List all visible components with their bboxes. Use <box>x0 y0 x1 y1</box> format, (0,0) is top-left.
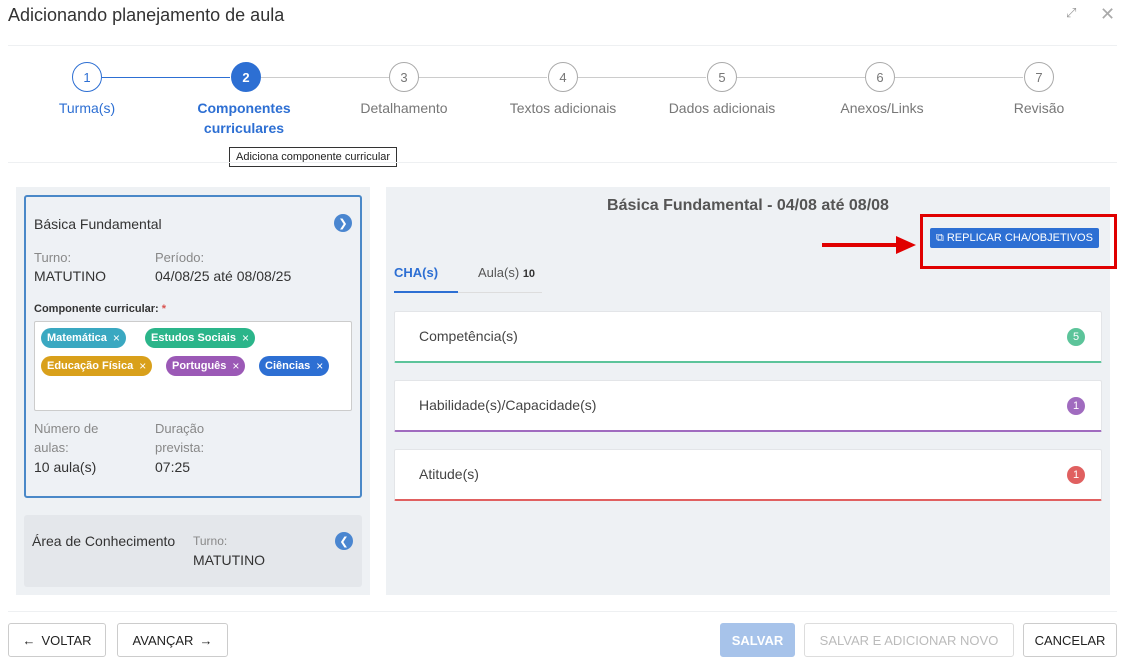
tag-ciencias: Ciências × <box>259 356 330 376</box>
remove-icon[interactable]: × <box>232 359 239 373</box>
step-4-circle[interactable]: 4 <box>548 62 578 92</box>
expand-icon[interactable]: ⤢ <box>1066 5 1076 21</box>
step-3-label[interactable]: Detalhamento <box>334 98 474 118</box>
tag-portugues: Português × <box>166 356 246 376</box>
tag-educacao-fisica: Educação Física × <box>41 356 153 376</box>
section-competencias[interactable]: Competência(s) 5 <box>394 311 1102 363</box>
step-connector <box>261 77 389 78</box>
tag-label: Ciências <box>265 360 311 372</box>
step-6-label[interactable]: Anexos/Links <box>812 98 952 118</box>
panel-title: Básica Fundamental - 04/08 até 08/08 <box>607 197 889 214</box>
highlight-box <box>920 214 1117 269</box>
duracao-label-line: prevista: <box>155 440 205 455</box>
tab-chas[interactable]: CHA(s) <box>394 265 438 280</box>
step-connector <box>102 77 230 78</box>
arrow-right-icon: → <box>199 632 213 648</box>
num-aulas-value: 10 aula(s) <box>34 459 97 475</box>
cancelar-button[interactable]: CANCELAR <box>1023 623 1117 657</box>
tag-estudos-sociais: Estudos Sociais × <box>145 328 255 348</box>
step-2-label-line: curriculares <box>203 120 285 136</box>
salvar-button[interactable]: SALVAR <box>720 623 795 657</box>
num-aulas-label-line: aulas: <box>34 440 69 455</box>
turno-label: Turno: <box>34 250 72 265</box>
step-2-label-line: Componentes <box>197 100 291 116</box>
step-2-label[interactable]: Componentes curriculares <box>174 98 314 138</box>
tooltip: Adiciona componente curricular <box>229 147 398 167</box>
remove-icon[interactable]: × <box>316 359 323 373</box>
tabs: CHA(s) Aula(s) 10 <box>394 265 542 293</box>
remove-icon[interactable]: × <box>113 331 120 345</box>
card-title: Área de Conhecimento <box>32 533 176 549</box>
step-3-circle[interactable]: 3 <box>389 62 419 92</box>
salvar-novo-button[interactable]: SALVAR E ADICIONAR NOVO <box>804 623 1014 657</box>
tab-aulas-label: Aula(s) <box>478 265 520 280</box>
tag-matematica: Matemática × <box>41 328 126 348</box>
close-icon[interactable]: ✕ <box>1100 4 1115 25</box>
turno-label: Turno: <box>193 534 228 548</box>
avancar-button[interactable]: AVANÇAR → <box>117 623 228 657</box>
chevron-right-icon[interactable]: ❯ <box>334 214 352 232</box>
remove-icon[interactable]: × <box>139 359 146 373</box>
count-badge: 1 <box>1067 397 1085 415</box>
stepper-divider <box>8 162 1117 163</box>
step-1-label[interactable]: Turma(s) <box>17 98 157 118</box>
arrow-left-icon: ← <box>22 632 36 648</box>
class-list-panel: Básica Fundamental ❯ Turno: MATUTINO Per… <box>16 187 370 595</box>
tag-label: Matemática <box>47 332 107 344</box>
duracao-label-line: Duração <box>155 421 205 436</box>
componente-label-text: Componente curricular: <box>34 303 159 315</box>
count-badge: 1 <box>1067 466 1085 484</box>
periodo-label: Período: <box>155 250 205 265</box>
section-habilidades[interactable]: Habilidade(s)/Capacidade(s) 1 <box>394 380 1102 432</box>
step-connector <box>578 77 706 78</box>
section-title: Competência(s) <box>419 328 518 344</box>
num-aulas-label: Número de aulas: <box>34 419 98 457</box>
turno-value: MATUTINO <box>34 268 107 284</box>
tag-label: Estudos Sociais <box>151 332 236 344</box>
duracao-label: Duração prevista: <box>155 419 204 457</box>
step-connector <box>419 77 547 78</box>
highlight-arrow-icon <box>896 236 916 254</box>
num-aulas-label-line: Número de <box>34 421 99 436</box>
step-7-circle[interactable]: 7 <box>1024 62 1054 92</box>
step-7-label[interactable]: Revisão <box>969 98 1109 118</box>
step-connector <box>737 77 865 78</box>
voltar-label: VOLTAR <box>41 632 92 648</box>
section-atitudes[interactable]: Atitude(s) 1 <box>394 449 1102 501</box>
section-title: Atitude(s) <box>419 466 479 482</box>
highlight-arrow-shaft <box>822 243 900 247</box>
footer-divider <box>8 611 1117 612</box>
step-5-label[interactable]: Dados adicionais <box>652 98 792 118</box>
tab-underline <box>394 291 458 293</box>
header-divider <box>8 45 1117 46</box>
step-connector <box>895 77 1023 78</box>
avancar-label: AVANÇAR <box>132 632 194 648</box>
step-1-circle[interactable]: 1 <box>72 62 102 92</box>
step-6-circle[interactable]: 6 <box>865 62 895 92</box>
step-2-circle[interactable]: 2 <box>231 62 261 92</box>
voltar-button[interactable]: ← VOLTAR <box>8 623 106 657</box>
count-badge: 5 <box>1067 328 1085 346</box>
section-title: Habilidade(s)/Capacidade(s) <box>419 397 597 413</box>
chevron-left-icon[interactable]: ❮ <box>335 532 353 550</box>
class-card-selected[interactable]: Básica Fundamental ❯ Turno: MATUTINO Per… <box>24 195 362 498</box>
required-mark: * <box>161 303 167 315</box>
componente-multiselect[interactable]: Matemática × Estudos Sociais × Educação … <box>34 321 352 411</box>
tab-aulas[interactable]: Aula(s) 10 <box>478 265 535 280</box>
tab-aulas-count: 10 <box>522 268 536 280</box>
tag-label: Português <box>172 360 227 372</box>
tag-label: Educação Física <box>47 360 134 372</box>
turno-value: MATUTINO <box>193 552 266 568</box>
class-card[interactable]: Área de Conhecimento Turno: MATUTINO ❮ <box>24 515 362 587</box>
remove-icon[interactable]: × <box>242 331 249 345</box>
step-4-label[interactable]: Textos adicionais <box>493 98 633 118</box>
modal-title: Adicionando planejamento de aula <box>8 5 285 25</box>
duracao-value: 07:25 <box>155 459 191 475</box>
step-5-circle[interactable]: 5 <box>707 62 737 92</box>
card-title: Básica Fundamental <box>34 216 162 232</box>
componente-label: Componente curricular: * <box>34 303 166 315</box>
periodo-value: 04/08/25 até 08/08/25 <box>155 268 292 284</box>
